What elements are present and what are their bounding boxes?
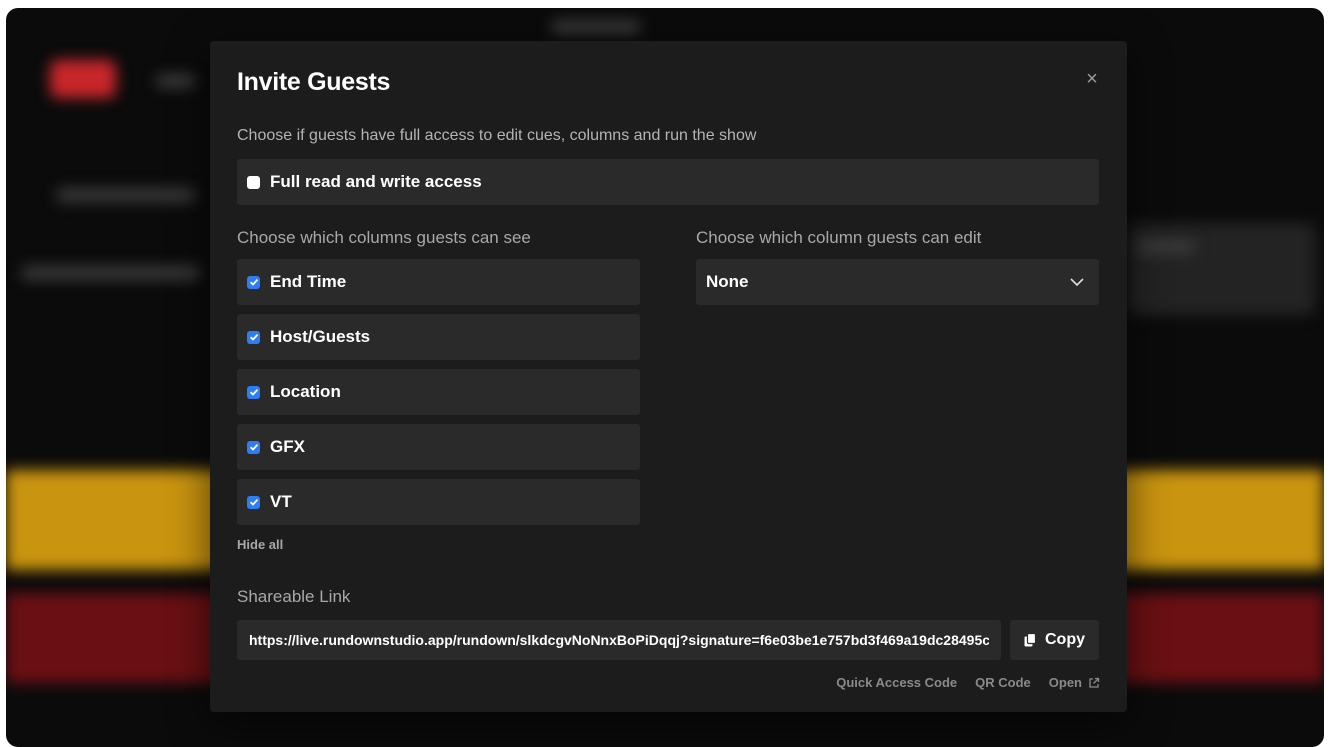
quick-access-code-link[interactable]: Quick Access Code [836,675,957,690]
column-label: Host/Guests [270,327,371,346]
invite-guests-modal: Invite Guests × Choose if guests have fu… [210,41,1127,712]
editable-column-value: None [706,272,749,291]
background-pill [21,266,201,280]
column-option-host-guests[interactable]: Host/Guests [237,314,640,360]
column-label: VT [270,492,292,511]
column-option-vt[interactable]: VT [237,479,640,525]
checkbox-checked-icon[interactable] [247,385,260,399]
open-link[interactable]: Open [1049,675,1100,690]
shareable-link-label: Shareable Link [237,587,351,606]
footer-links: Quick Access Code QR Code Open [836,675,1100,690]
background-pill [551,20,641,34]
full-access-checkbox[interactable] [247,175,260,189]
access-description: Choose if guests have full access to edi… [237,127,757,144]
shareable-link-field[interactable] [237,620,1001,660]
column-label: GFX [270,437,305,456]
full-access-option[interactable]: Full read and write access [237,159,1099,205]
column-label: Location [270,382,341,401]
column-option-end-time[interactable]: End Time [237,259,640,305]
checkbox-checked-icon[interactable] [247,440,260,454]
visible-columns-label: Choose which columns guests can see [237,228,531,247]
qr-code-link[interactable]: QR Code [975,675,1031,690]
hide-all-link[interactable]: Hide all [237,537,283,552]
column-option-gfx[interactable]: GFX [237,424,640,470]
editable-column-label: Choose which column guests can edit [696,228,982,247]
external-link-icon [1089,677,1100,688]
background-pill [56,188,196,202]
checkbox-checked-icon[interactable] [247,495,260,509]
close-icon[interactable]: × [1082,69,1102,89]
modal-title: Invite Guests [237,68,391,96]
open-label: Open [1048,675,1082,690]
background-pill [156,74,196,88]
background-panel [1126,223,1316,315]
copy-label: Copy [1045,631,1085,648]
shareable-link-input[interactable] [249,632,989,648]
chevron-down-icon [1070,278,1084,287]
full-access-label: Full read and write access [270,172,482,191]
background-red-button [50,60,116,98]
editable-column-select[interactable]: None [696,259,1099,305]
checkbox-checked-icon[interactable] [247,330,260,344]
column-option-location[interactable]: Location [237,369,640,415]
checkbox-checked-icon[interactable] [247,275,260,289]
copy-icon [1024,633,1037,647]
background-pill [1136,240,1196,254]
copy-button[interactable]: Copy [1010,620,1099,660]
column-label: End Time [270,272,347,291]
app-window: Invite Guests × Choose if guests have fu… [6,8,1324,747]
